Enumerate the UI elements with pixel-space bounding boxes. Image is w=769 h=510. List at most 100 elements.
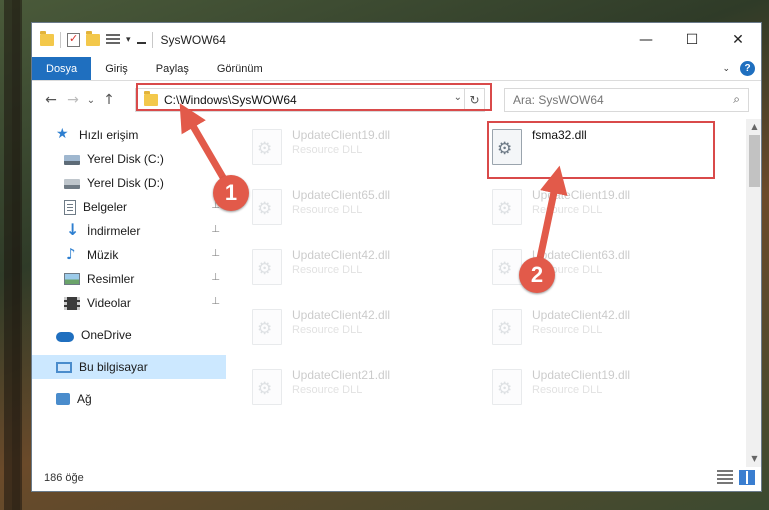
sidebar-item-music[interactable]: Müzik ⊥ bbox=[32, 243, 226, 267]
file-item[interactable]: UpdateClient42.dll Resource DLL bbox=[246, 303, 466, 359]
sidebar-item-pictures[interactable]: Resimler ⊥ bbox=[32, 267, 226, 291]
title-bar: ▾ SysWOW64 — ☐ ✕ bbox=[32, 23, 761, 57]
tab-dosya[interactable]: Dosya bbox=[32, 57, 92, 80]
pin-icon[interactable]: ⊥ bbox=[211, 248, 220, 259]
back-button[interactable]: ← bbox=[40, 92, 62, 108]
search-input[interactable] bbox=[513, 93, 713, 107]
file-item[interactable]: UpdateClient19.dll Resource DLL bbox=[486, 183, 706, 239]
background-tree bbox=[12, 0, 20, 510]
properties-icon[interactable] bbox=[67, 32, 80, 47]
tiles-view-icon[interactable] bbox=[739, 470, 755, 485]
file-highlight-box bbox=[487, 121, 715, 179]
music-icon bbox=[64, 245, 80, 263]
dll-file-icon bbox=[252, 189, 282, 225]
new-folder-icon[interactable] bbox=[86, 31, 100, 46]
ribbon-tabs: Dosya Giriş Paylaş Görünüm ⌄ ? bbox=[32, 57, 761, 81]
step-2-badge: 2 bbox=[519, 257, 555, 293]
separator bbox=[60, 32, 61, 48]
sidebar-item-label: Hızlı erişim bbox=[79, 128, 139, 142]
file-item[interactable]: UpdateClient19.dll Resource DLL bbox=[486, 363, 706, 419]
file-type: Resource DLL bbox=[292, 204, 363, 216]
customize-toolbar-icon[interactable] bbox=[136, 42, 146, 44]
window-controls: — ☐ ✕ bbox=[623, 23, 761, 57]
sidebar-item-drive-c[interactable]: Yerel Disk (C:) bbox=[32, 147, 226, 171]
pin-icon[interactable]: ⊥ bbox=[211, 224, 220, 235]
tab-giris[interactable]: Giriş bbox=[91, 57, 142, 80]
dll-file-icon bbox=[492, 369, 522, 405]
sidebar-item-label: OneDrive bbox=[81, 328, 132, 342]
sidebar-item-videos[interactable]: Videolar ⊥ bbox=[32, 291, 226, 315]
scroll-up-icon[interactable]: ▲ bbox=[746, 119, 761, 135]
file-name: UpdateClient19.dll bbox=[532, 188, 631, 202]
sidebar-item-label: Videolar bbox=[87, 296, 131, 310]
file-name: UpdateClient42.dll bbox=[292, 248, 391, 262]
sidebar-item-label: Yerel Disk (C:) bbox=[87, 152, 164, 166]
dll-file-icon bbox=[492, 249, 522, 285]
pin-icon[interactable]: ⊥ bbox=[211, 296, 220, 307]
file-name: UpdateClient21.dll bbox=[292, 368, 391, 382]
documents-icon bbox=[64, 199, 76, 215]
dll-file-icon bbox=[252, 309, 282, 345]
file-item[interactable]: UpdateClient42.dll Resource DLL bbox=[246, 243, 466, 299]
pictures-icon bbox=[64, 273, 80, 285]
file-type: Resource DLL bbox=[292, 264, 363, 276]
chevron-down-icon[interactable]: ▾ bbox=[126, 35, 131, 45]
close-button[interactable]: ✕ bbox=[715, 23, 761, 57]
recent-locations-button[interactable]: ⌄ bbox=[84, 95, 98, 106]
search-box[interactable]: ⌕ bbox=[504, 88, 749, 112]
maximize-button[interactable]: ☐ bbox=[669, 23, 715, 57]
sidebar-item-documents[interactable]: Belgeler ⊥ bbox=[32, 195, 226, 219]
folder-icon bbox=[40, 31, 54, 46]
star-icon bbox=[56, 126, 72, 142]
tab-paylas[interactable]: Paylaş bbox=[142, 57, 203, 80]
pin-icon[interactable]: ⊥ bbox=[211, 272, 220, 283]
file-type: Resource DLL bbox=[532, 324, 603, 336]
list-view-icon[interactable] bbox=[106, 34, 120, 46]
sidebar-item-onedrive[interactable]: OneDrive bbox=[32, 323, 226, 347]
tab-gorunum[interactable]: Görünüm bbox=[203, 57, 277, 80]
sidebar-item-this-pc[interactable]: Bu bilgisayar bbox=[32, 355, 226, 379]
sidebar-item-label: Yerel Disk (D:) bbox=[87, 176, 164, 190]
expand-ribbon-icon[interactable]: ⌄ bbox=[722, 64, 730, 74]
file-name: UpdateClient42.dll bbox=[292, 308, 391, 322]
file-type: Resource DLL bbox=[292, 384, 363, 396]
forward-button[interactable]: → bbox=[62, 92, 84, 108]
cloud-icon bbox=[56, 331, 74, 342]
vertical-scrollbar[interactable]: ▲ ▼ bbox=[746, 119, 761, 467]
minimize-button[interactable]: — bbox=[623, 23, 669, 57]
dll-file-icon bbox=[252, 369, 282, 405]
help-icon[interactable]: ? bbox=[740, 61, 755, 76]
sidebar-item-network[interactable]: Ağ bbox=[32, 387, 226, 411]
file-item[interactable]: UpdateClient42.dll Resource DLL bbox=[486, 303, 706, 359]
window-title: SysWOW64 bbox=[160, 33, 226, 47]
sidebar-item-label: Resimler bbox=[87, 272, 135, 286]
details-view-icon[interactable] bbox=[717, 470, 733, 485]
dll-file-icon bbox=[252, 249, 282, 285]
scroll-thumb[interactable] bbox=[749, 135, 760, 187]
drive-d-icon bbox=[64, 179, 80, 189]
view-buttons bbox=[717, 470, 755, 485]
file-item[interactable]: UpdateClient65.dll Resource DLL bbox=[246, 183, 466, 239]
pc-icon bbox=[56, 361, 72, 373]
search-icon[interactable]: ⌕ bbox=[733, 92, 740, 107]
network-icon bbox=[56, 393, 70, 405]
sidebar-item-drive-d[interactable]: Yerel Disk (D:) bbox=[32, 171, 226, 195]
file-type: Resource DLL bbox=[292, 144, 363, 156]
drive-c-icon bbox=[64, 155, 80, 165]
sidebar-item-label: Bu bilgisayar bbox=[79, 360, 148, 374]
sidebar-item-downloads[interactable]: İndirmeler ⊥ bbox=[32, 219, 226, 243]
sidebar-item-label: İndirmeler bbox=[87, 224, 141, 238]
file-item[interactable]: UpdateClient21.dll Resource DLL bbox=[246, 363, 466, 419]
item-count: 186 öğe bbox=[44, 472, 84, 484]
sidebar-item-label: Müzik bbox=[87, 248, 119, 262]
dll-file-icon bbox=[252, 129, 282, 165]
sidebar-item-label: Ağ bbox=[77, 392, 92, 406]
file-item[interactable]: UpdateClient19.dll Resource DLL bbox=[246, 123, 466, 179]
file-type: Resource DLL bbox=[292, 324, 363, 336]
up-button[interactable]: ↑ bbox=[98, 92, 120, 108]
dll-file-icon bbox=[492, 309, 522, 345]
sidebar-item-quick-access[interactable]: Hızlı erişim bbox=[32, 123, 226, 147]
step-1-badge: 1 bbox=[213, 175, 249, 211]
ribbon-right-controls: ⌄ ? bbox=[722, 61, 755, 76]
